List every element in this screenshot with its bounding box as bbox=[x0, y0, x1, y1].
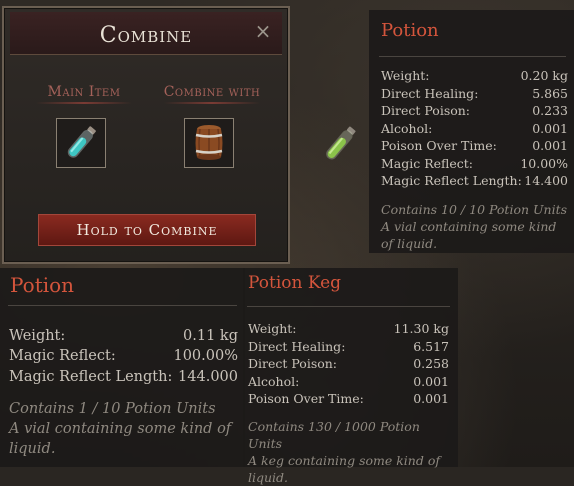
description-text: A vial containing some kind of liquid. bbox=[9, 421, 232, 457]
item-tooltip-potion-10: Potion Weight: 0.20 kg Direct Healing: 5.8… bbox=[369, 10, 574, 253]
stat-value: 0.001 bbox=[413, 391, 449, 406]
main-item-label: Main Item bbox=[24, 84, 144, 104]
stat-label: Weight: bbox=[248, 321, 297, 336]
stat-row: Weight: 11.30 kg bbox=[248, 321, 449, 336]
main-item-slot[interactable] bbox=[56, 118, 106, 168]
combine-with-label: Combine with bbox=[152, 84, 272, 104]
divider bbox=[379, 56, 566, 57]
stat-value: 10.00% bbox=[520, 156, 568, 171]
stat-value: 5.865 bbox=[532, 86, 568, 101]
stat-label: Direct Healing: bbox=[248, 339, 346, 354]
potion-vial-icon bbox=[67, 126, 96, 158]
stat-value: 0.001 bbox=[532, 121, 568, 136]
tooltip-description: Contains 10 / 10 Potion Units A vial con… bbox=[381, 201, 568, 252]
tooltip-title: Potion Keg bbox=[248, 273, 342, 293]
dialog-title: Combine bbox=[99, 23, 193, 48]
stat-value: 100.00% bbox=[173, 348, 238, 364]
contains-text: Contains 1 / 10 Potion Units bbox=[9, 401, 216, 417]
stat-row: Direct Poison: 0.258 bbox=[248, 356, 449, 371]
tooltip-title: Potion bbox=[10, 273, 75, 297]
stat-label: Alcohol: bbox=[248, 374, 300, 389]
stat-row: Magic Reflect Length: 14.400 bbox=[381, 173, 568, 188]
stat-row: Magic Reflect Length: 144.000 bbox=[9, 369, 238, 385]
stat-label: Magic Reflect: bbox=[9, 348, 116, 364]
stat-label: Magic Reflect Length: bbox=[9, 369, 173, 385]
stat-value: 0.001 bbox=[413, 374, 449, 389]
stat-value: 6.517 bbox=[413, 339, 449, 354]
hold-to-combine-button[interactable]: Hold to Combine bbox=[38, 214, 256, 246]
stat-row: Poison Over Time: 0.001 bbox=[248, 391, 449, 406]
tooltip-description: Contains 1 / 10 Potion Units A vial cont… bbox=[9, 399, 237, 459]
description-text: A keg containing some kind of liquid. bbox=[248, 453, 440, 485]
stat-label: Alcohol: bbox=[381, 121, 433, 136]
combine-dialog: Combine × Main Item Combine with Hold to… bbox=[2, 6, 290, 264]
green-potion-vial-icon bbox=[326, 126, 356, 160]
stat-value: 0.258 bbox=[413, 356, 449, 371]
item-tooltip-potion-keg: Potion Keg Weight: 11.30 kg Direct Healin… bbox=[243, 268, 458, 485]
stat-label: Direct Poison: bbox=[248, 356, 338, 371]
stat-row: Weight: 0.11 kg bbox=[9, 328, 238, 344]
stat-label: Magic Reflect Length: bbox=[381, 173, 522, 188]
dragged-item[interactable] bbox=[318, 120, 362, 168]
stat-label: Weight: bbox=[9, 328, 66, 344]
stat-value: 0.001 bbox=[532, 138, 568, 153]
stat-label: Poison Over Time: bbox=[381, 138, 497, 153]
close-icon[interactable]: × bbox=[252, 20, 274, 42]
tooltip-description: Contains 130 / 1000 Potion Units A keg c… bbox=[248, 418, 450, 486]
contains-text: Contains 130 / 1000 Potion Units bbox=[248, 419, 420, 451]
tooltip-title: Potion bbox=[381, 20, 439, 41]
stat-label: Magic Reflect: bbox=[381, 156, 474, 171]
divider bbox=[247, 306, 450, 307]
stat-value: 144.000 bbox=[178, 369, 238, 385]
stat-label: Direct Healing: bbox=[381, 86, 479, 101]
contains-text: Contains 10 / 10 Potion Units bbox=[381, 202, 568, 217]
dialog-header: Combine × bbox=[10, 12, 282, 55]
stat-row: Direct Healing: 6.517 bbox=[248, 339, 449, 354]
description-text: A vial containing some kind of liquid. bbox=[381, 219, 557, 251]
stat-row: Magic Reflect: 100.00% bbox=[9, 348, 238, 364]
stat-row: Weight: 0.20 kg bbox=[381, 68, 568, 83]
barrel-keg-icon bbox=[195, 125, 223, 160]
stat-value: 14.400 bbox=[524, 173, 568, 188]
stat-row: Direct Poison: 0.233 bbox=[381, 103, 568, 118]
combine-with-slot[interactable] bbox=[184, 118, 234, 168]
stat-row: Poison Over Time: 0.001 bbox=[381, 138, 568, 153]
item-tooltip-potion-1: Potion Weight: 0.11 kg Magic Reflect: 100.… bbox=[0, 268, 245, 467]
stat-label: Poison Over Time: bbox=[248, 391, 364, 406]
stat-row: Alcohol: 0.001 bbox=[381, 121, 568, 136]
stat-row: Direct Healing: 5.865 bbox=[381, 86, 568, 101]
stat-value: 0.11 kg bbox=[183, 328, 238, 344]
stat-row: Alcohol: 0.001 bbox=[248, 374, 449, 389]
stat-row: Magic Reflect: 10.00% bbox=[381, 156, 568, 171]
divider bbox=[8, 305, 237, 306]
stat-value: 11.30 kg bbox=[393, 321, 449, 336]
stat-value: 0.20 kg bbox=[520, 68, 568, 83]
stat-label: Direct Poison: bbox=[381, 103, 471, 118]
stat-label: Weight: bbox=[381, 68, 430, 83]
stat-value: 0.233 bbox=[532, 103, 568, 118]
